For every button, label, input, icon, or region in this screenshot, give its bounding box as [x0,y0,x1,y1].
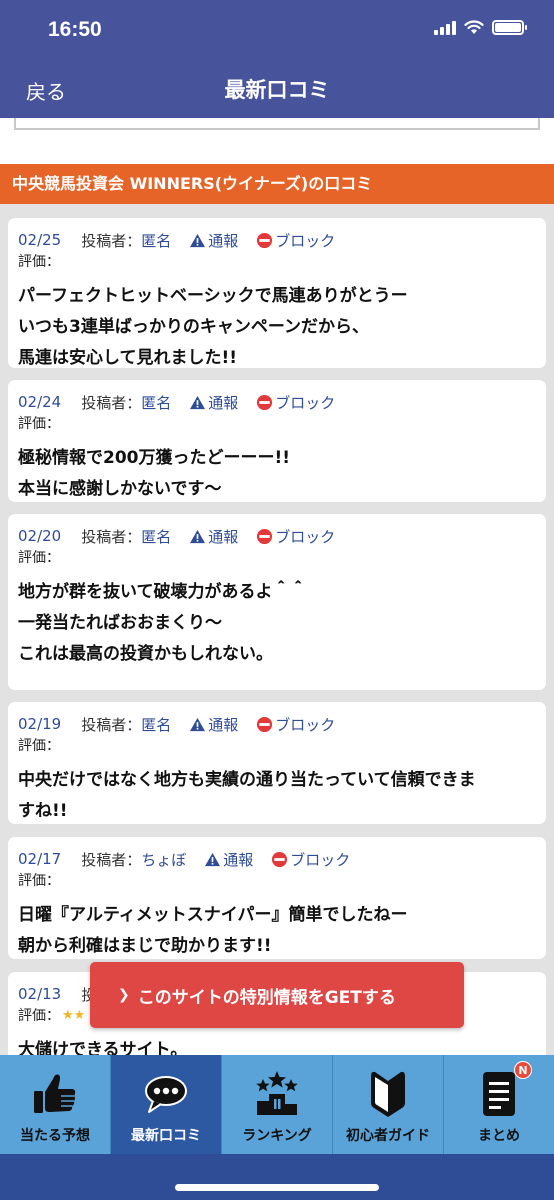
no-entry-icon [257,232,273,248]
tab-label: 最新口コミ [131,1128,201,1144]
beginner-mark-icon [371,1071,405,1117]
tab-label: ランキング [242,1128,312,1144]
poster-name: 匿名 [141,527,172,546]
report-label: 通報 [223,850,254,869]
block-button[interactable]: ブロック [271,849,350,870]
review-text: パーフェクトヒットベーシックで馬連ありがとうー いつも3連単ばっかりのキャンペー… [18,286,408,368]
report-button[interactable]: 通報 [189,714,238,735]
review-date: 02/20 [18,527,62,545]
tab-label: まとめ [478,1128,520,1144]
poster-name: ちょぼ [141,850,187,869]
home-indicator [175,1184,379,1191]
review-date: 02/19 [18,715,62,733]
tab-latest-reviews[interactable]: 最新口コミ [111,1055,222,1154]
review-text: 地方が群を抜いて破壊力があるよ＾＾ 一発当たればおおまくり〜 これは最高の投資か… [18,582,307,664]
review-date: 02/24 [18,393,62,411]
report-button[interactable]: 通報 [204,849,253,870]
poster-name: 匿名 [141,231,172,250]
no-entry-icon [257,528,273,544]
report-label: 通報 [208,715,239,734]
rating-label: 評価： [18,416,60,432]
block-button[interactable]: ブロック [256,392,335,413]
bottom-safe-area [0,1154,554,1200]
chevron-right-icon: ❯ [118,987,130,1003]
page-title: 最新口コミ [224,78,330,102]
rating-label: 評価： [18,550,60,566]
review-card: 02/20 投稿者： 匿名 通報 ブロック 評価： 地方が群を抜いて破壊力がある… [8,514,546,690]
tab-summary[interactable]: まとめ N [444,1055,554,1154]
poster-label: 投稿者： [81,231,142,250]
report-button[interactable]: 通報 [189,230,238,251]
report-label: 通報 [208,231,239,250]
rating-label: 評価： [18,1008,60,1024]
tab-beginner-guide[interactable]: 初心者ガイド [333,1055,444,1154]
ranking-podium-icon [256,1071,298,1115]
battery-icon [492,20,527,35]
app-header: 16:50 戻る 最新口コミ [0,0,554,118]
thumbs-up-icon [34,1074,76,1113]
previous-content-box [0,118,554,164]
review-card: 02/19 投稿者： 匿名 通報 ブロック 評価： 中央だけではなく地方も実績の… [8,702,546,824]
warning-icon [190,529,206,543]
special-info-cta-button[interactable]: ❯ このサイトの特別情報をGETする [90,962,464,1028]
review-text: 中央だけではなく地方も実績の通り当たっていて信頼できま すね!! [18,770,476,821]
poster-label: 投稿者： [81,715,142,734]
block-label: ブロック [275,715,336,734]
warning-icon [190,395,206,409]
review-date: 02/17 [18,850,62,868]
rating-label: 評価： [18,738,60,754]
tab-label: 当たる予想 [20,1128,90,1144]
block-button[interactable]: ブロック [256,526,335,547]
speech-bubble-icon [145,1076,187,1113]
block-label: ブロック [275,231,336,250]
poster-label: 投稿者： [81,393,142,412]
block-label: ブロック [290,850,351,869]
review-card: 02/24 投稿者： 匿名 通報 ブロック 評価： 極秘情報で200万獲ったどー… [8,380,546,502]
poster-name: 匿名 [141,715,172,734]
tab-ranking[interactable]: ランキング [222,1055,333,1154]
report-button[interactable]: 通報 [189,392,238,413]
block-label: ブロック [275,393,336,412]
review-text: 日曜『アルティメットスナイパー』簡単でしたねー 朝から利確はまじで助かります!! [18,905,408,956]
tab-predictions[interactable]: 当たる予想 [0,1055,111,1154]
bottom-tab-bar: 当たる予想 最新口コミ ランキング 初心者ガイド まとめ N [0,1055,554,1154]
rating-label: 評価： [18,254,60,270]
block-button[interactable]: ブロック [256,714,335,735]
cta-label: このサイトの特別情報をGETする [137,987,396,1008]
no-entry-icon [257,394,273,410]
new-badge: N [514,1061,532,1079]
report-label: 通報 [208,393,239,412]
warning-icon [190,233,206,247]
report-label: 通報 [208,527,239,546]
tab-label: 初心者ガイド [346,1128,430,1144]
review-card: 02/25 投稿者： 匿名 通報 ブロック 評価： パーフェクトヒットベーシック… [8,218,546,368]
warning-icon [190,717,206,731]
review-date: 02/13 [18,985,62,1003]
status-time: 16:50 [48,18,102,41]
review-card: 02/17 投稿者： ちょぼ 通報 ブロック 評価： 日曜『アルティメットスナイ… [8,837,546,959]
status-icons [434,20,527,35]
poster-label: 投稿者： [81,527,142,546]
rating-label: 評価： [18,873,60,889]
report-button[interactable]: 通報 [189,526,238,547]
block-button[interactable]: ブロック [256,230,335,251]
section-header: 中央競馬投資会 WINNERS(ウイナーズ)の口コミ [0,164,554,204]
no-entry-icon [257,716,273,732]
no-entry-icon [272,851,288,867]
warning-icon [205,852,221,866]
review-text: 極秘情報で200万獲ったどーーー!! 本当に感謝しかないです〜 [18,448,290,499]
wifi-icon [464,20,484,34]
poster-label: 投稿者： [81,850,142,869]
signal-icon [434,20,456,35]
block-label: ブロック [275,527,336,546]
poster-name: 匿名 [141,393,172,412]
rating-stars: ★★ [62,1008,86,1023]
review-date: 02/25 [18,231,62,249]
